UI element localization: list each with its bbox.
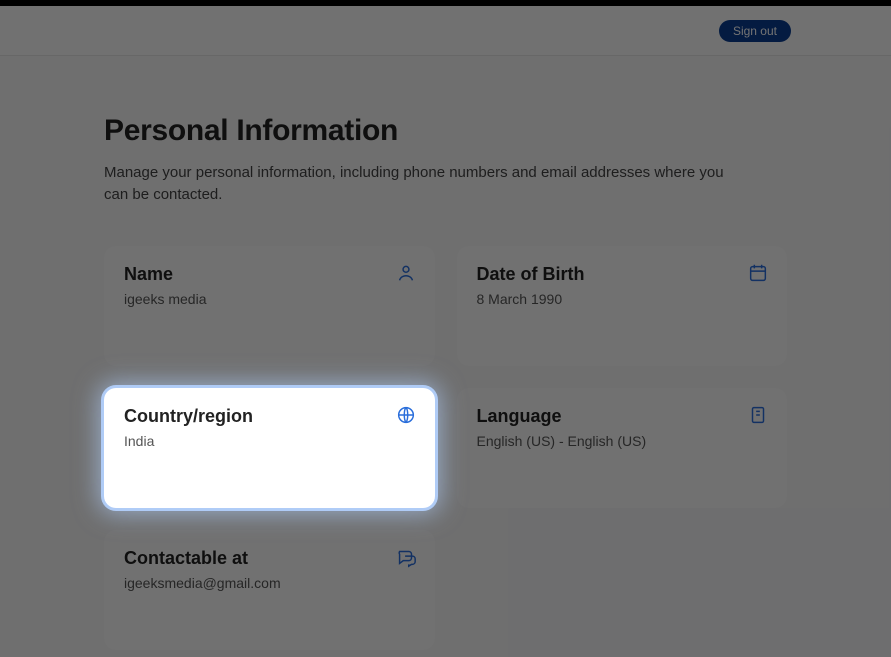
card-title: Name xyxy=(124,264,415,285)
signout-button[interactable]: Sign out xyxy=(719,20,791,42)
card-language[interactable]: Language English (US) - English (US) xyxy=(457,388,788,508)
card-title: Language xyxy=(477,406,768,427)
card-value: English (US) - English (US) xyxy=(477,433,768,449)
card-title: Country/region xyxy=(124,406,415,427)
chat-icon xyxy=(395,546,417,568)
card-value: igeeks media xyxy=(124,291,415,307)
header-bar: Sign out xyxy=(0,6,891,56)
person-icon xyxy=(395,262,417,284)
card-value: igeeksmedia@gmail.com xyxy=(124,575,415,591)
card-country-region[interactable]: Country/region India xyxy=(104,388,435,508)
card-value: 8 March 1990 xyxy=(477,291,768,307)
card-date-of-birth[interactable]: Date of Birth 8 March 1990 xyxy=(457,246,788,366)
book-icon xyxy=(747,404,769,426)
page-title: Personal Information xyxy=(104,114,787,148)
card-name[interactable]: Name igeeks media xyxy=(104,246,435,366)
card-title: Date of Birth xyxy=(477,264,768,285)
globe-icon xyxy=(395,404,417,426)
top-black-bar xyxy=(0,0,891,6)
empty-grid-cell xyxy=(457,530,788,650)
card-title: Contactable at xyxy=(124,548,415,569)
card-value: India xyxy=(124,433,415,449)
page-subtitle: Manage your personal information, includ… xyxy=(104,162,744,206)
page-content: Personal Information Manage your persona… xyxy=(0,56,891,657)
cards-grid: Name igeeks media Date of Birth 8 March … xyxy=(104,246,787,650)
card-contactable[interactable]: Contactable at igeeksmedia@gmail.com xyxy=(104,530,435,650)
calendar-icon xyxy=(747,262,769,284)
